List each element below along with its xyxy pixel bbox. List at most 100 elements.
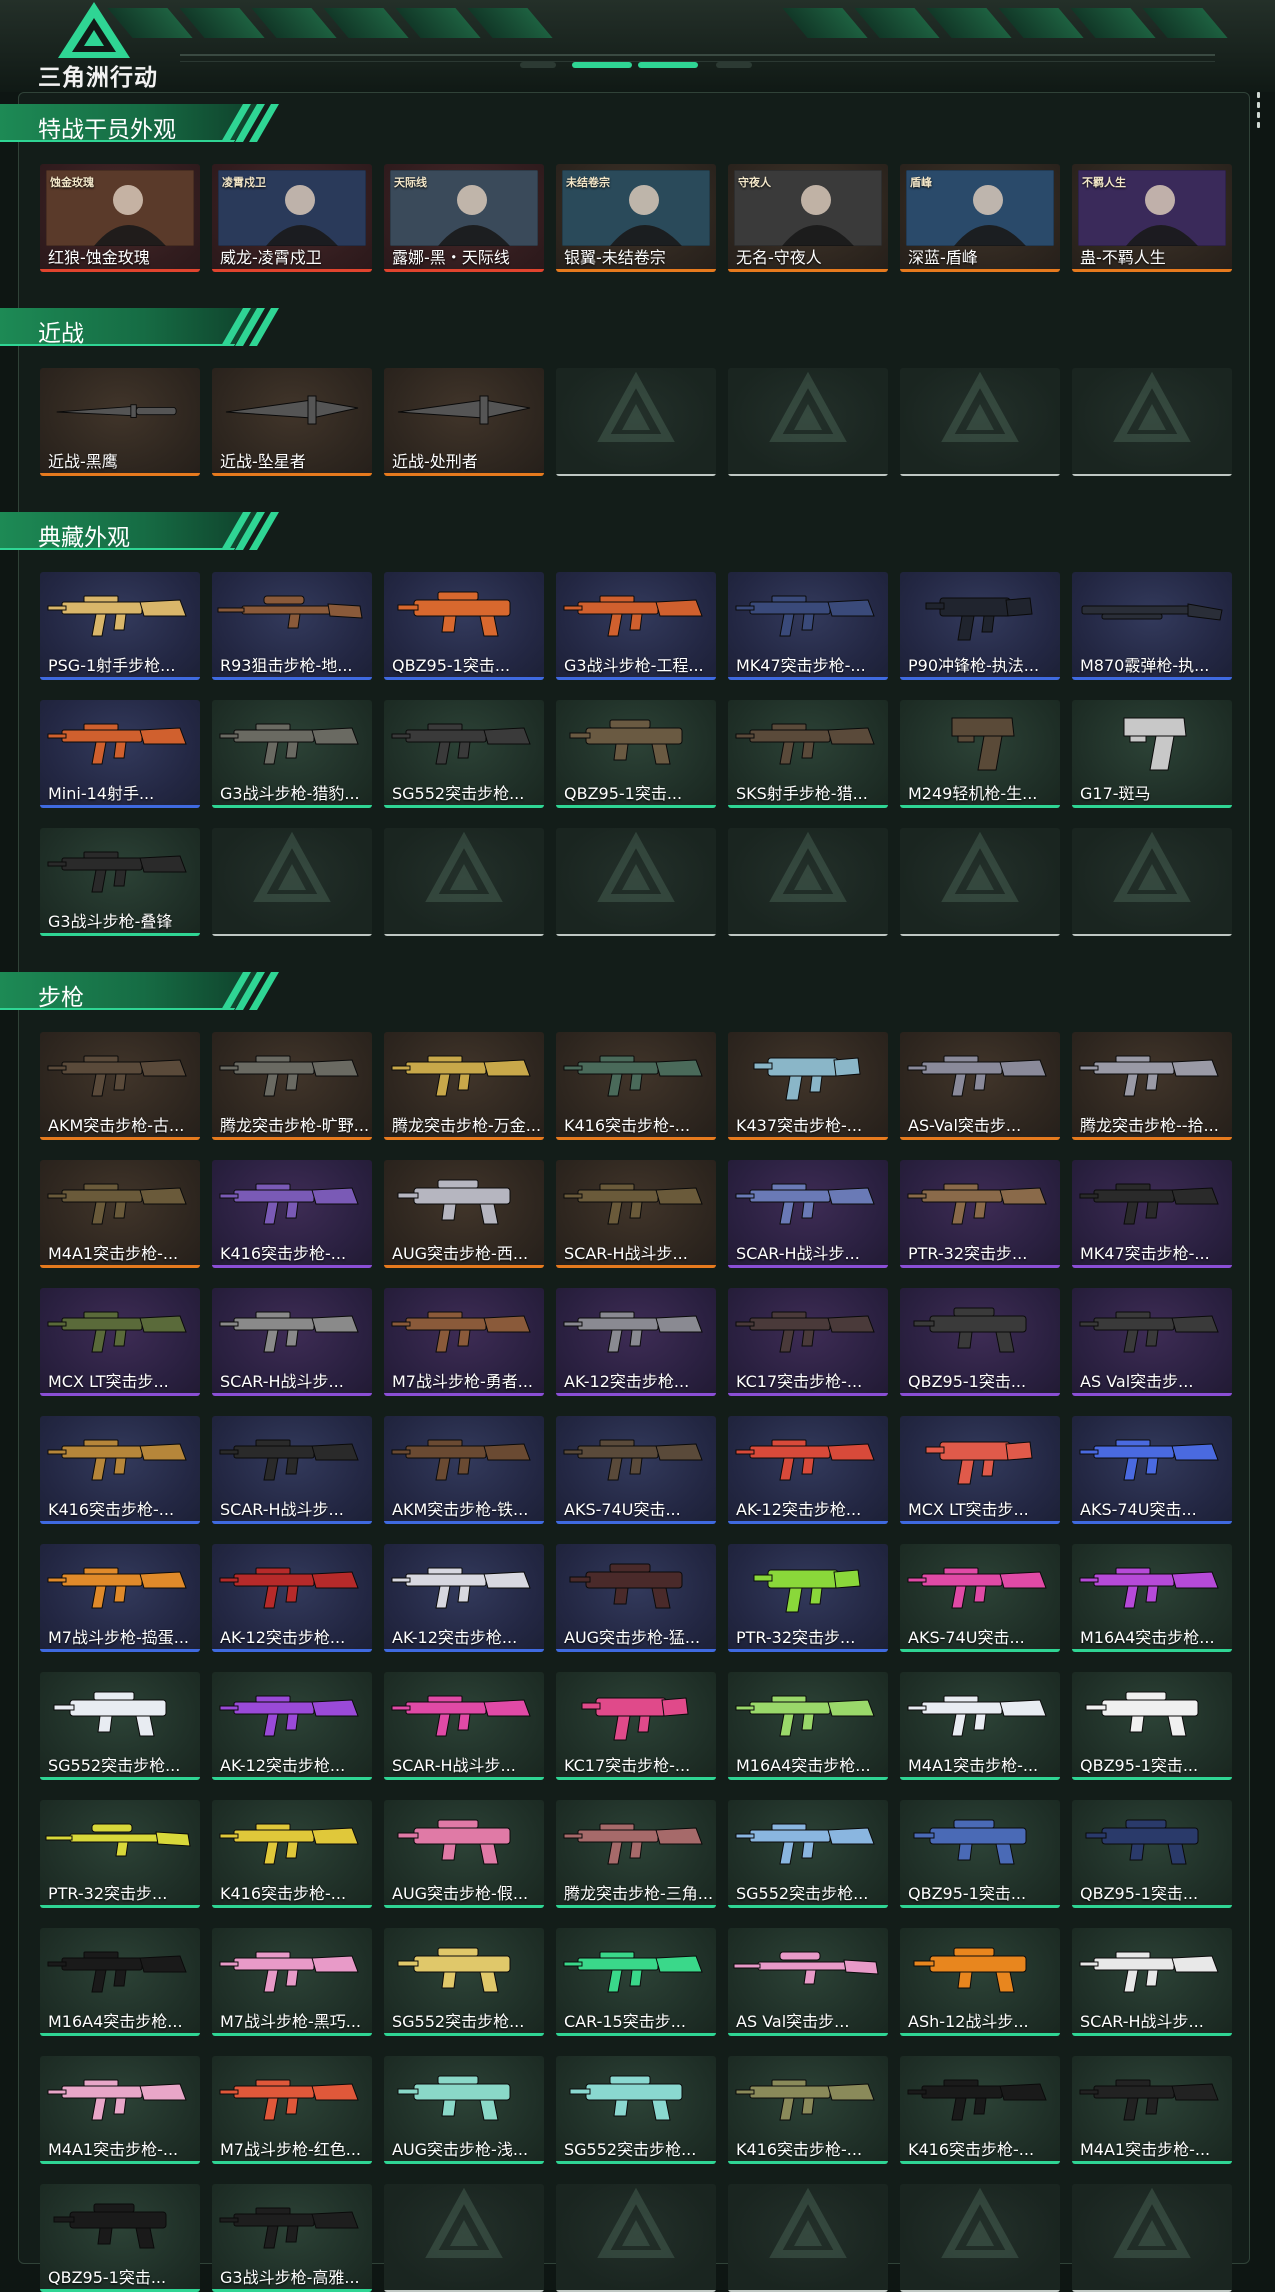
skin-card[interactable]: SCAR-H战斗步... <box>728 1160 888 1268</box>
skin-card[interactable]: SCAR-H战斗步... <box>556 1160 716 1268</box>
skin-card[interactable]: M16A4突击步枪... <box>728 1672 888 1780</box>
skin-card[interactable]: PTR-32突击步... <box>40 1800 200 1908</box>
skin-card[interactable]: K416突击步枪-... <box>212 1800 372 1908</box>
skin-card[interactable]: AK-12突击步枪... <box>384 1544 544 1652</box>
skin-card[interactable]: AK-12突击步枪... <box>556 1288 716 1396</box>
skin-card[interactable]: K416突击步枪-... <box>212 1160 372 1268</box>
skin-card[interactable]: R93狙击步枪-地... <box>212 572 372 680</box>
skin-card[interactable]: PSG-1射手步枪... <box>40 572 200 680</box>
skin-card[interactable]: AS-Val突击步... <box>900 1032 1060 1140</box>
skin-card[interactable]: M7战斗步枪-红色... <box>212 2056 372 2164</box>
skin-card[interactable]: 未结卷宗 银翼-未结卷宗 <box>556 164 716 272</box>
scrollbar-handle[interactable] <box>1257 92 1263 132</box>
skin-card[interactable]: G3战斗步枪-高雅... <box>212 2184 372 2292</box>
rarity-stripe <box>556 1265 716 1268</box>
skin-card[interactable]: P90冲锋枪-执法... <box>900 572 1060 680</box>
skin-card[interactable]: AKS-74U突击... <box>900 1544 1060 1652</box>
skin-card[interactable]: CAR-15突击步... <box>556 1928 716 2036</box>
skin-card[interactable]: 守夜人 无名-守夜人 <box>728 164 888 272</box>
skin-card[interactable]: G3战斗步枪-叠锋 <box>40 828 200 936</box>
skin-card[interactable]: SCAR-H战斗步... <box>212 1288 372 1396</box>
skin-card[interactable]: K416突击步枪-... <box>556 1032 716 1140</box>
skin-card[interactable]: AUG突击步枪-假... <box>384 1800 544 1908</box>
skin-card[interactable]: SG552突击步枪... <box>40 1672 200 1780</box>
skin-card[interactable]: 天际线 露娜-黑・天际线 <box>384 164 544 272</box>
skin-card[interactable]: QBZ95-1突击... <box>384 572 544 680</box>
skin-card[interactable]: M16A4突击步枪... <box>40 1928 200 2036</box>
skin-card[interactable]: KC17突击步枪-... <box>556 1672 716 1780</box>
skin-card[interactable]: G3战斗步枪-猎豹... <box>212 700 372 808</box>
skin-card[interactable]: G3战斗步枪-工程... <box>556 572 716 680</box>
skin-card[interactable]: 盾峰 深蓝-盾峰 <box>900 164 1060 272</box>
skin-card[interactable]: QBZ95-1突击... <box>1072 1800 1232 1908</box>
skin-card[interactable]: QBZ95-1突击... <box>556 700 716 808</box>
skin-card[interactable]: 近战-处刑者 <box>384 368 544 476</box>
rifle-icon <box>907 2079 1047 2121</box>
skin-name: QBZ95-1突击... <box>392 656 511 675</box>
skin-card[interactable]: PTR-32突击步... <box>900 1160 1060 1268</box>
skin-card[interactable]: ASh-12战斗步... <box>900 1928 1060 2036</box>
skin-card[interactable]: AS Val突击步... <box>1072 1288 1232 1396</box>
skin-card[interactable]: AKM突击步枪-古... <box>40 1032 200 1140</box>
skin-card[interactable]: SCAR-H战斗步... <box>1072 1928 1232 2036</box>
skin-card[interactable]: AKS-74U突击... <box>1072 1416 1232 1524</box>
section-title: 典藏外观 <box>38 525 130 551</box>
skin-card[interactable]: M7战斗步枪-勇者... <box>384 1288 544 1396</box>
skin-card[interactable]: 不羁人生 蛊-不羁人生 <box>1072 164 1232 272</box>
rarity-stripe <box>212 473 372 476</box>
skin-card[interactable]: M4A1突击步枪-... <box>40 1160 200 1268</box>
skin-card[interactable]: QBZ95-1突击... <box>900 1800 1060 1908</box>
skin-card[interactable]: AUG突击步枪-猛... <box>556 1544 716 1652</box>
skin-card[interactable]: MK47突击步枪-... <box>1072 1160 1232 1268</box>
rarity-stripe <box>1072 2161 1232 2164</box>
skin-card[interactable]: AK-12突击步枪... <box>212 1544 372 1652</box>
skin-card[interactable]: KC17突击步枪-... <box>728 1288 888 1396</box>
skin-card[interactable]: MCX LT突击步... <box>40 1288 200 1396</box>
skin-card[interactable]: 腾龙突击步枪-万金... <box>384 1032 544 1140</box>
skin-card[interactable]: M4A1突击步枪-... <box>900 1672 1060 1780</box>
skin-card[interactable]: SKS射手步枪-猎... <box>728 700 888 808</box>
skin-card[interactable]: AK-12突击步枪... <box>212 1672 372 1780</box>
skin-card[interactable]: M4A1突击步枪-... <box>40 2056 200 2164</box>
skin-card[interactable]: QBZ95-1突击... <box>40 2184 200 2292</box>
skin-card[interactable]: SCAR-H战斗步... <box>212 1416 372 1524</box>
skin-card[interactable]: K437突击步枪-... <box>728 1032 888 1140</box>
skin-card[interactable]: Mini-14射手... <box>40 700 200 808</box>
skin-card[interactable]: M16A4突击步枪... <box>1072 1544 1232 1652</box>
skin-card[interactable]: 蚀金玫瑰 红狼-蚀金玫瑰 <box>40 164 200 272</box>
skin-card[interactable]: SG552突击步枪... <box>384 700 544 808</box>
rarity-stripe <box>556 1649 716 1652</box>
skin-card[interactable]: AUG突击步枪-浅... <box>384 2056 544 2164</box>
skin-card[interactable]: M7战斗步枪-捣蛋... <box>40 1544 200 1652</box>
skin-card[interactable]: PTR-32突击步... <box>728 1544 888 1652</box>
skin-card[interactable]: 近战-黑鹰 <box>40 368 200 476</box>
skin-card[interactable]: AK-12突击步枪... <box>728 1416 888 1524</box>
skin-card[interactable]: MCX LT突击步... <box>900 1416 1060 1524</box>
skin-card[interactable]: 近战-坠星者 <box>212 368 372 476</box>
skin-card[interactable]: QBZ95-1突击... <box>900 1288 1060 1396</box>
skin-card[interactable]: SG552突击步枪... <box>556 2056 716 2164</box>
skin-card[interactable]: M249轻机枪-生... <box>900 700 1060 808</box>
bullpup-icon <box>397 2075 511 2121</box>
skin-card[interactable]: AKM突击步枪-铁... <box>384 1416 544 1524</box>
skin-card[interactable]: K416突击步枪-... <box>728 2056 888 2164</box>
skin-name: QBZ95-1突击... <box>1080 1884 1199 1903</box>
skin-card[interactable]: K416突击步枪-... <box>900 2056 1060 2164</box>
skin-card[interactable]: M4A1突击步枪-... <box>1072 2056 1232 2164</box>
skin-card[interactable]: QBZ95-1突击... <box>1072 1672 1232 1780</box>
skin-card[interactable]: AS Val突击步... <box>728 1928 888 2036</box>
skin-card[interactable]: 腾龙突击步枪-旷野... <box>212 1032 372 1140</box>
skin-card[interactable]: AKS-74U突击... <box>556 1416 716 1524</box>
skin-card[interactable]: 腾龙突击步枪--拾... <box>1072 1032 1232 1140</box>
skin-card[interactable]: AUG突击步枪-西... <box>384 1160 544 1268</box>
skin-card[interactable]: 腾龙突击步枪-三角... <box>556 1800 716 1908</box>
skin-card[interactable]: SCAR-H战斗步... <box>384 1672 544 1780</box>
skin-card[interactable]: G17-斑马 <box>1072 700 1232 808</box>
skin-card[interactable]: MK47突击步枪-... <box>728 572 888 680</box>
skin-card[interactable]: 凌霄戍卫 威龙-凌霄戍卫 <box>212 164 372 272</box>
skin-card[interactable]: M7战斗步枪-黑巧... <box>212 1928 372 2036</box>
skin-card[interactable]: SG552突击步枪... <box>728 1800 888 1908</box>
skin-card[interactable]: M870霰弹枪-执... <box>1072 572 1232 680</box>
skin-card[interactable]: K416突击步枪-... <box>40 1416 200 1524</box>
skin-card[interactable]: SG552突击步枪... <box>384 1928 544 2036</box>
